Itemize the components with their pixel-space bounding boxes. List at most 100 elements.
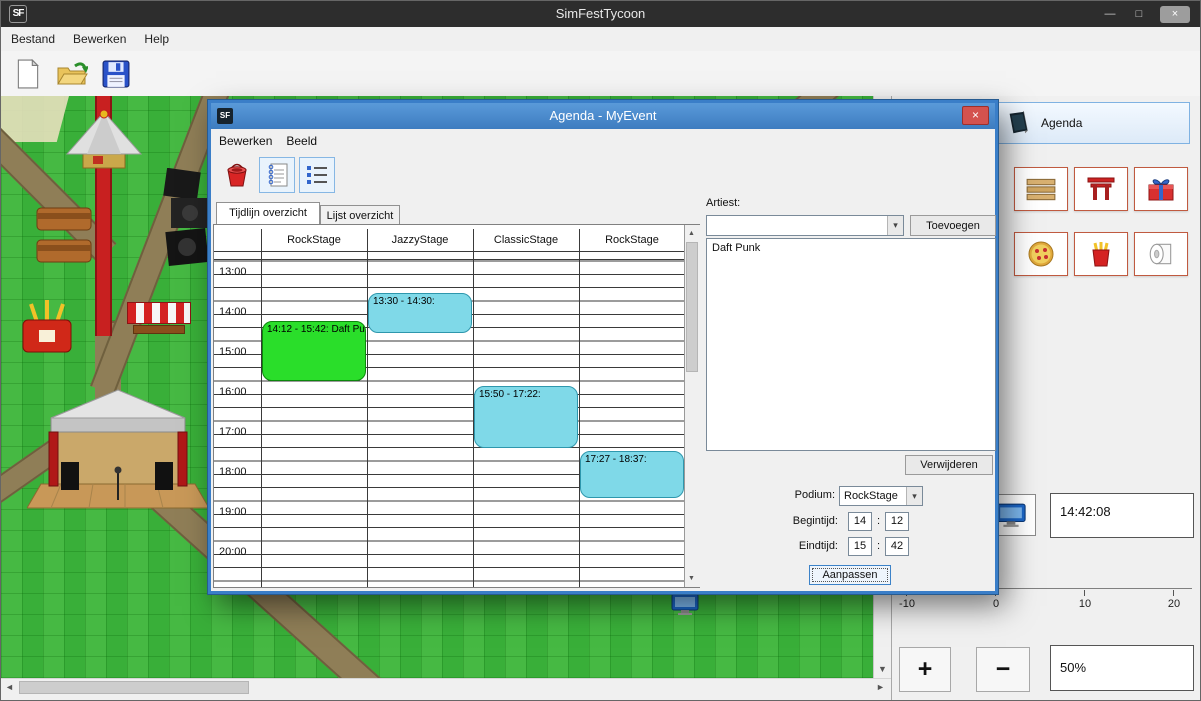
add-artist-button[interactable]: Toevoegen	[910, 215, 996, 236]
clock-value: 14:42:08	[1060, 504, 1111, 519]
gift-icon	[1147, 175, 1175, 203]
scroll-up-icon[interactable]: ▲	[684, 225, 699, 242]
zoom-out-button[interactable]: −	[976, 647, 1030, 692]
scroll-down-icon[interactable]: ▼	[684, 570, 699, 587]
dialog-menu-bewerken[interactable]: Bewerken	[219, 134, 272, 148]
dialog-close-button[interactable]: ×	[962, 106, 989, 125]
column-header: RockStage	[261, 229, 367, 251]
begin-hour-field[interactable]: 14	[848, 512, 872, 531]
begin-minute-field[interactable]: 12	[885, 512, 909, 531]
artist-list-item[interactable]: Daft Punk	[707, 239, 995, 257]
shop-item-pizza[interactable]	[1014, 232, 1068, 276]
event-block-selected[interactable]: 14:12 - 15:42: Daft Punk	[262, 321, 366, 381]
agenda-view-icon	[264, 162, 290, 188]
agenda-view-button[interactable]	[259, 157, 295, 193]
begin-time-label: Begintijd:	[764, 515, 838, 527]
slider-tick-label: 20	[1168, 598, 1180, 610]
wooden-stands[interactable]	[33, 204, 95, 268]
save-file-button[interactable]	[97, 54, 135, 94]
shop-item-toilet-paper[interactable]	[1134, 232, 1188, 276]
shop-item-gift[interactable]	[1134, 167, 1188, 211]
podium-combo-value: RockStage	[844, 490, 904, 502]
scroll-right-icon[interactable]: ►	[872, 679, 889, 696]
slider-tick-label: 0	[993, 598, 999, 610]
fries-stand[interactable]	[15, 296, 79, 358]
festival-tent[interactable]	[63, 108, 145, 174]
list-view-icon	[304, 162, 330, 188]
main-toolbar	[1, 51, 1200, 96]
menu-help[interactable]: Help	[144, 32, 169, 46]
timetable-scrollbar[interactable]: ▲ ▼	[684, 225, 700, 587]
scroll-left-icon[interactable]: ◄	[1, 679, 18, 696]
monitor-object[interactable]	[669, 592, 701, 616]
delete-bucket-icon	[224, 162, 250, 188]
map-horizontal-scrollbar[interactable]: ◄ ►	[1, 678, 891, 697]
menu-bestand[interactable]: Bestand	[11, 32, 55, 46]
list-view-button[interactable]	[299, 157, 335, 193]
tab-tijdlijn-overzicht[interactable]: Tijdlijn overzicht	[216, 202, 320, 224]
time-label: 18:00	[219, 466, 259, 478]
agenda-panel-button[interactable]: Agenda	[992, 102, 1190, 144]
scroll-down-icon[interactable]: ▼	[874, 661, 891, 678]
zoom-in-button[interactable]: +	[899, 647, 951, 692]
maximize-button[interactable]: □	[1131, 8, 1147, 20]
main-menubar: Bestand Bewerken Help	[1, 27, 1200, 51]
open-file-button[interactable]	[53, 54, 91, 94]
delete-bucket-button[interactable]	[219, 157, 255, 193]
close-button[interactable]: ×	[1160, 6, 1190, 23]
wood-counter-icon	[33, 204, 95, 268]
podium-label: Podium:	[771, 489, 835, 501]
chevron-down-icon[interactable]: ▾	[906, 487, 922, 505]
tab-lijst-overzicht[interactable]: Lijst overzicht	[320, 205, 400, 224]
menu-bewerken[interactable]: Bewerken	[73, 32, 126, 46]
horizontal-scroll-thumb[interactable]	[19, 681, 249, 694]
event-block[interactable]: 13:30 - 14:30:	[368, 293, 472, 333]
dialog-title: Agenda - MyEvent	[211, 108, 995, 123]
column-header: JazzyStage	[367, 229, 473, 251]
timetable-scroll-thumb[interactable]	[686, 242, 698, 372]
time-label: 15:00	[219, 346, 259, 358]
sand-patch	[1, 96, 69, 142]
dialog-menu-beeld[interactable]: Beeld	[286, 134, 317, 148]
artist-listbox[interactable]: Daft Punk	[706, 238, 996, 451]
end-minute-field[interactable]: 42	[885, 537, 909, 556]
speaker-stack[interactable]	[157, 168, 215, 268]
main-stage[interactable]	[27, 388, 209, 510]
new-file-button[interactable]	[9, 54, 47, 94]
dialog-titlebar[interactable]: SF Agenda - MyEvent ×	[211, 103, 995, 129]
new-document-icon	[15, 59, 41, 89]
event-block[interactable]: 17:27 - 18:37:	[580, 451, 684, 498]
column-separator	[261, 229, 262, 587]
apply-button[interactable]: Aanpassen	[809, 565, 891, 585]
game-clock: 14:42:08	[1050, 493, 1194, 538]
shop-item-pallet[interactable]	[1014, 167, 1068, 211]
podium-combobox[interactable]: RockStage ▾	[839, 486, 923, 506]
column-header: ClassicStage	[473, 229, 579, 251]
shop-item-fries[interactable]	[1074, 232, 1128, 276]
zoom-value: 50%	[1060, 660, 1086, 675]
striped-stand[interactable]	[127, 300, 191, 338]
stage-icon	[27, 388, 209, 510]
torii-gate-icon	[1086, 175, 1116, 203]
minimize-button[interactable]: —	[1102, 8, 1118, 20]
shop-item-torii-gate[interactable]	[1074, 167, 1128, 211]
remove-artist-button[interactable]: Verwijderen	[905, 455, 993, 475]
monitor-icon	[669, 592, 701, 616]
agenda-dialog: SF Agenda - MyEvent × Bewerken Beeld	[208, 100, 998, 594]
stand-base	[133, 325, 185, 334]
time-label: 13:00	[219, 266, 259, 278]
end-hour-field[interactable]: 15	[848, 537, 872, 556]
time-label: 19:00	[219, 506, 259, 518]
book-icon	[1005, 110, 1031, 136]
zoom-level-box: 50%	[1050, 645, 1194, 691]
chevron-down-icon[interactable]: ▾	[887, 216, 903, 235]
time-label: 20:00	[219, 546, 259, 558]
dialog-menubar: Bewerken Beeld	[211, 129, 995, 153]
column-separator	[367, 229, 368, 587]
main-titlebar: SF SimFestTycoon — □ ×	[1, 1, 1200, 27]
artist-combobox[interactable]: ▾	[706, 215, 904, 236]
event-block[interactable]: 15:50 - 17:22:	[474, 386, 578, 448]
simfesttycoon-window: SF SimFestTycoon — □ × Bestand Bewerken …	[0, 0, 1201, 701]
fries-icon	[1088, 240, 1114, 268]
open-folder-icon	[56, 60, 88, 88]
